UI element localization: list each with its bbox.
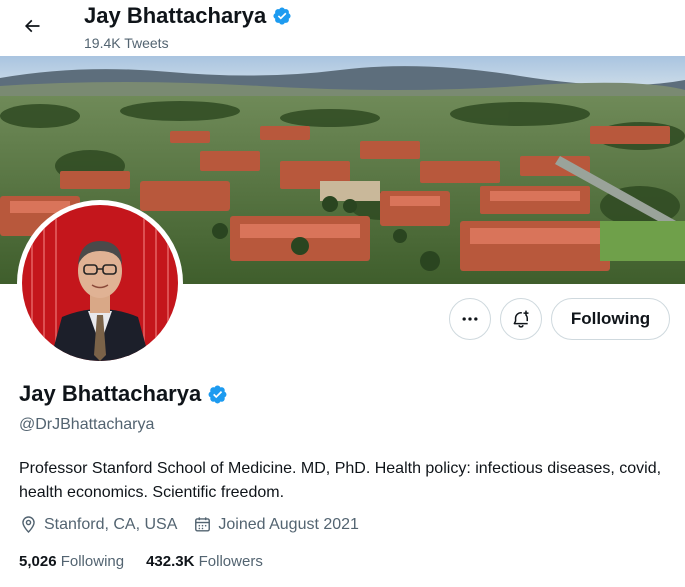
header-title: Jay Bhattacharya: [84, 3, 292, 29]
followers-count-link[interactable]: 432.3K Followers: [146, 553, 263, 570]
profile-meta: Stanford, CA, USA Joined August 2021: [19, 515, 375, 534]
profile-stats: 5,026 Following 432.3K Followers: [19, 553, 285, 570]
top-header: Jay Bhattacharya 19.4K Tweets: [0, 0, 685, 56]
profile-avatar[interactable]: [17, 200, 183, 366]
notifications-button[interactable]: [500, 298, 542, 340]
calendar-icon: [195, 517, 211, 532]
location-text: Stanford, CA, USA: [44, 515, 178, 533]
arrow-left-icon: [24, 19, 40, 33]
bell-plus-icon: [513, 310, 529, 328]
profile-name: Jay Bhattacharya: [19, 381, 202, 406]
joined-text: Joined August 2021: [218, 515, 359, 533]
back-button[interactable]: [14, 8, 50, 44]
following-button[interactable]: Following: [551, 298, 670, 340]
more-horizontal-icon: [462, 317, 478, 321]
location-item: Stanford, CA, USA: [19, 515, 177, 534]
profile-name-row: Jay Bhattacharya: [19, 381, 228, 407]
avatar-image: [22, 205, 178, 361]
tweet-count: 19.4K Tweets: [84, 35, 169, 51]
more-options-button[interactable]: [449, 298, 491, 340]
following-count-link[interactable]: 5,026 Following: [19, 553, 124, 570]
profile-page: Jay Bhattacharya 19.4K Tweets Following …: [0, 0, 685, 587]
verified-badge-icon: [208, 385, 227, 403]
following-label: Following: [60, 553, 125, 570]
profile-bio: Professor Stanford School of Medicine. M…: [19, 460, 662, 501]
following-count: 5,026: [19, 553, 57, 570]
location-pin-icon: [22, 516, 35, 534]
profile-handle: @DrJBhattacharya: [19, 416, 155, 433]
followers-count: 432.3K: [146, 553, 195, 570]
verified-badge-icon: [273, 7, 291, 25]
header-name: Jay Bhattacharya: [84, 3, 267, 28]
followers-label: Followers: [198, 553, 263, 570]
joined-item: Joined August 2021: [193, 515, 359, 534]
